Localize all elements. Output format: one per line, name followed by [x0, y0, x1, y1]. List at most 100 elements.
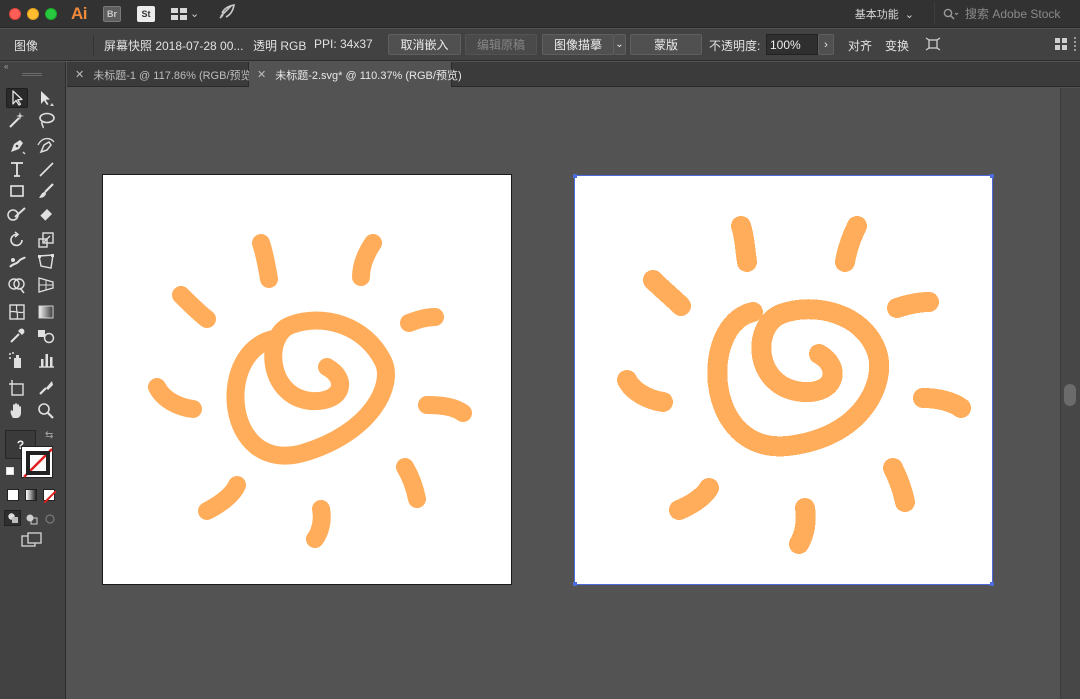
mesh-tool[interactable] — [6, 302, 28, 322]
sun-ray — [883, 458, 915, 512]
selection-handle[interactable] — [990, 582, 994, 586]
sun-illustration — [148, 234, 472, 548]
collapse-panel-icon[interactable]: « — [4, 62, 8, 71]
selection-handle[interactable] — [990, 174, 994, 178]
scale-tool[interactable] — [35, 230, 57, 250]
selection-handle[interactable] — [573, 174, 577, 178]
screen-mode-button[interactable] — [21, 532, 43, 553]
pen-tool[interactable] — [6, 136, 28, 156]
shaper-tool[interactable] — [6, 204, 28, 224]
selection-handle[interactable] — [573, 582, 577, 586]
column-graph-tool[interactable] — [35, 350, 57, 370]
zoom-tool[interactable] — [35, 401, 57, 421]
close-window-button[interactable] — [9, 7, 21, 20]
selection-tool[interactable] — [6, 88, 28, 108]
rotate-icon — [10, 231, 23, 247]
vertical-scrollbar[interactable] — [1060, 88, 1080, 699]
image-trace-dropdown[interactable]: ⌄ — [614, 34, 626, 55]
opacity-field[interactable]: 100% — [766, 34, 818, 55]
mask-button[interactable]: 蒙版 — [630, 34, 702, 55]
draw-inside-button[interactable] — [44, 512, 56, 530]
artboard-tool[interactable] — [6, 378, 28, 398]
draw-behind-button[interactable] — [25, 512, 39, 530]
arrange-grid-icon — [171, 7, 187, 20]
eraser-icon — [39, 209, 52, 222]
eyedropper-icon — [10, 328, 25, 343]
warp-tool[interactable] — [6, 252, 28, 272]
close-tab-icon[interactable]: ✕ — [75, 68, 84, 81]
slice-tool[interactable] — [35, 378, 57, 398]
magic-wand-tool[interactable] — [6, 110, 28, 130]
line-segment-tool[interactable] — [35, 159, 57, 179]
pen-nib-icon — [11, 140, 26, 155]
chevron-right-icon: › — [824, 38, 828, 51]
maximize-window-button[interactable] — [45, 7, 57, 20]
gpu-performance-button[interactable] — [217, 2, 237, 25]
stock-search-input[interactable]: 搜索 Adobe Stock — [934, 2, 1080, 25]
tab-document-2[interactable]: ✕ 未标题-2.svg* @ 110.37% (RGB/预览) — [249, 62, 462, 87]
right-artboard[interactable] — [573, 174, 994, 586]
perspective-grid-icon — [38, 277, 54, 293]
perspective-grid-tool[interactable] — [35, 275, 57, 295]
color-mode-button[interactable] — [7, 489, 19, 501]
stock-button[interactable]: St — [137, 5, 155, 22]
artboard-icon — [9, 380, 24, 396]
search-icon — [943, 8, 959, 20]
document-canvas[interactable] — [67, 88, 1060, 699]
opacity-dropdown[interactable]: › — [818, 34, 834, 55]
stroke-swatch[interactable] — [21, 446, 53, 478]
draw-normal-icon — [7, 513, 18, 523]
panel-arrange-button[interactable] — [1055, 38, 1067, 53]
curvature-tool[interactable] — [35, 136, 57, 156]
linked-file-name[interactable]: 屏幕快照 2018-07-28 00... — [104, 37, 243, 54]
isolate-icon — [925, 37, 941, 51]
bridge-button[interactable]: Br — [103, 5, 121, 22]
hand-tool[interactable] — [6, 401, 28, 421]
gradient-tool[interactable] — [35, 302, 57, 322]
direct-selection-tool[interactable] — [35, 88, 57, 108]
isolate-button[interactable] — [925, 37, 941, 54]
free-transform-tool[interactable] — [35, 252, 57, 272]
workspace-switcher[interactable]: 基本功能 ⌄ — [855, 6, 914, 22]
close-tab-icon[interactable]: ✕ — [257, 68, 266, 81]
rotate-tool[interactable] — [6, 230, 28, 250]
gradient-mode-button[interactable] — [25, 489, 37, 501]
sun-ray — [789, 498, 816, 554]
warp-hand-icon — [9, 256, 26, 268]
paintbrush-tool[interactable] — [35, 181, 57, 201]
minimize-window-button[interactable] — [27, 7, 39, 20]
sun-spiral — [226, 311, 395, 465]
scale-icon — [38, 232, 54, 248]
eyedropper-tool[interactable] — [6, 326, 28, 346]
draw-normal-button[interactable] — [4, 510, 21, 526]
blend-tool[interactable] — [35, 326, 57, 346]
ppi-label: PPI: 34x37 — [314, 37, 373, 51]
symbol-sprayer-tool[interactable] — [6, 350, 28, 370]
rectangle-tool[interactable] — [6, 181, 28, 201]
transform-link[interactable]: 变换 — [885, 37, 909, 54]
arrange-documents-button[interactable]: ⌄ — [171, 7, 199, 20]
sun-spiral — [707, 299, 890, 457]
default-colors-icon[interactable] — [6, 467, 14, 475]
eraser-tool[interactable] — [35, 204, 57, 224]
shape-builder-tool[interactable] — [6, 275, 28, 295]
opacity-label: 不透明度: — [709, 39, 761, 53]
sun-ray — [252, 234, 278, 288]
align-link[interactable]: 对齐 — [848, 37, 872, 54]
scrollbar-thumb[interactable] — [1064, 384, 1076, 406]
tab-document-1[interactable]: ✕ 未标题-1 @ 117.86% (RGB/预览) — [67, 62, 255, 87]
rectangle-icon — [10, 185, 24, 197]
sun-ray — [731, 216, 757, 272]
left-artboard[interactable] — [102, 174, 512, 585]
none-mode-button[interactable] — [43, 489, 57, 504]
unembed-button[interactable]: 取消嵌入 — [388, 34, 461, 55]
swap-fill-stroke-icon[interactable]: ⇆ — [45, 430, 53, 441]
image-trace-button[interactable]: 图像描摹 — [542, 34, 614, 55]
control-bar: 图像 屏幕快照 2018-07-28 00... 透明 RGB PPI: 34x… — [0, 29, 1080, 61]
type-tool[interactable] — [6, 159, 28, 179]
panel-menu-icon[interactable] — [1074, 37, 1078, 51]
panel-grip[interactable] — [22, 73, 42, 76]
color-mode-label: 透明 RGB — [253, 39, 307, 53]
workspace-label: 基本功能 — [854, 9, 899, 21]
lasso-tool[interactable] — [35, 110, 57, 130]
